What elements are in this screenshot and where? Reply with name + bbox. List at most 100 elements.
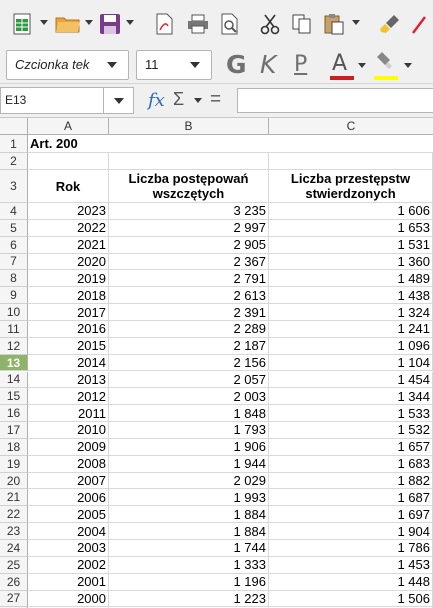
cell-postepowania[interactable]: 1 993 — [109, 489, 269, 507]
row-header[interactable]: 27 — [0, 590, 28, 608]
paste-dropdown-arrow[interactable] — [352, 20, 360, 25]
column-header-c[interactable]: C — [269, 118, 433, 135]
cell-przestepstwa[interactable]: 1 532 — [269, 422, 433, 439]
cell-przestepstwa[interactable]: 1 506 — [269, 590, 433, 608]
cell-c2[interactable] — [269, 153, 433, 170]
cell-przestepstwa[interactable]: 1 454 — [269, 371, 433, 389]
cell-rok[interactable]: 2017 — [28, 304, 109, 321]
cell-postepowania[interactable]: 3 235 — [109, 203, 269, 220]
italic-button[interactable]: K — [260, 50, 276, 79]
cell-rok[interactable]: 2000 — [28, 590, 109, 608]
cell-przestepstwa[interactable]: 1 653 — [269, 219, 433, 237]
row-header[interactable]: 13 — [0, 354, 28, 372]
cell-postepowania[interactable]: 1 906 — [109, 438, 269, 456]
column-header-a[interactable]: A — [28, 118, 109, 135]
cell-b2[interactable] — [109, 153, 269, 170]
cell-postepowania[interactable]: 2 905 — [109, 236, 269, 254]
cell-postepowania[interactable]: 2 057 — [109, 371, 269, 389]
row-header[interactable]: 24 — [0, 540, 28, 557]
name-box-dropdown[interactable] — [104, 87, 134, 114]
cell-przestepstwa[interactable]: 1 453 — [269, 556, 433, 574]
row-header[interactable]: 12 — [0, 337, 28, 355]
row-header[interactable]: 10 — [0, 304, 28, 321]
cell-przestepstwa[interactable]: 1 786 — [269, 540, 433, 557]
row-header[interactable]: 2 — [0, 153, 28, 170]
sum-dropdown[interactable] — [194, 98, 202, 103]
row-header[interactable]: 16 — [0, 405, 28, 423]
cell-rok[interactable]: 2010 — [28, 422, 109, 439]
cell-a2[interactable] — [28, 153, 109, 170]
cell-rok[interactable]: 2009 — [28, 438, 109, 456]
row-header[interactable]: 18 — [0, 438, 28, 456]
row-header[interactable]: 3 — [0, 170, 28, 203]
cell-rok[interactable]: 2014 — [28, 354, 109, 372]
cell-rok[interactable]: 2020 — [28, 253, 109, 271]
row-header[interactable]: 26 — [0, 573, 28, 591]
cell-rok[interactable]: 2005 — [28, 506, 109, 524]
row-header[interactable]: 17 — [0, 422, 28, 439]
cell-przestepstwa[interactable]: 1 448 — [269, 573, 433, 591]
cell-postepowania[interactable]: 2 156 — [109, 354, 269, 372]
new-dropdown-arrow[interactable] — [40, 20, 48, 25]
row-header[interactable]: 11 — [0, 320, 28, 338]
cut-icon[interactable] — [258, 12, 282, 36]
highlight-dropdown[interactable] — [404, 63, 412, 68]
cell-rok[interactable]: 2002 — [28, 556, 109, 574]
row-header[interactable]: 1 — [0, 135, 28, 153]
cell-rok[interactable]: 2004 — [28, 523, 109, 540]
cell-postepowania[interactable]: 2 367 — [109, 253, 269, 271]
bold-button[interactable]: G — [226, 50, 247, 79]
cell-postepowania[interactable]: 2 613 — [109, 287, 269, 305]
copy-icon[interactable] — [290, 12, 314, 36]
cell-przestepstwa[interactable]: 1 489 — [269, 270, 433, 288]
header-liczba-przestepstw[interactable]: Liczba przestępstw stwierdzonych — [269, 170, 433, 203]
print-preview-icon[interactable] — [218, 12, 242, 36]
cell-postepowania[interactable]: 1 884 — [109, 506, 269, 524]
cell-przestepstwa[interactable]: 1 104 — [269, 354, 433, 372]
cell-przestepstwa[interactable]: 1 657 — [269, 438, 433, 456]
function-wizard-icon[interactable]: fx — [148, 90, 165, 111]
sheet-title-cell[interactable]: Art. 200 — [28, 135, 433, 153]
cell-rok[interactable]: 2013 — [28, 371, 109, 389]
row-header[interactable]: 21 — [0, 489, 28, 507]
header-rok[interactable]: Rok — [28, 170, 109, 203]
row-header[interactable]: 23 — [0, 523, 28, 540]
cell-rok[interactable]: 2021 — [28, 236, 109, 254]
cell-przestepstwa[interactable]: 1 533 — [269, 405, 433, 423]
row-header[interactable]: 6 — [0, 236, 28, 254]
cell-rok[interactable]: 2011 — [28, 405, 109, 423]
cell-postepowania[interactable]: 2 391 — [109, 304, 269, 321]
cell-przestepstwa[interactable]: 1 904 — [269, 523, 433, 540]
highlight-icon[interactable] — [374, 50, 398, 74]
open-dropdown-arrow[interactable] — [85, 20, 93, 25]
column-header-b[interactable]: B — [109, 118, 269, 135]
cell-postepowania[interactable]: 2 187 — [109, 337, 269, 355]
clone-format-icon[interactable] — [378, 12, 402, 36]
row-header[interactable]: 15 — [0, 388, 28, 406]
cell-przestepstwa[interactable]: 1 360 — [269, 253, 433, 271]
cell-postepowania[interactable]: 1 196 — [109, 573, 269, 591]
select-all-corner[interactable] — [0, 118, 28, 135]
cell-postepowania[interactable]: 2 997 — [109, 219, 269, 237]
formula-input[interactable] — [237, 88, 433, 113]
row-header[interactable]: 19 — [0, 455, 28, 473]
cell-przestepstwa[interactable]: 1 606 — [269, 203, 433, 220]
cell-postepowania[interactable]: 1 333 — [109, 556, 269, 574]
font-color-dropdown[interactable] — [358, 63, 366, 68]
cell-rok[interactable]: 2023 — [28, 203, 109, 220]
cell-przestepstwa[interactable]: 1 096 — [269, 337, 433, 355]
cell-przestepstwa[interactable]: 1 344 — [269, 388, 433, 406]
cell-przestepstwa[interactable]: 1 687 — [269, 489, 433, 507]
cell-postepowania[interactable]: 2 003 — [109, 388, 269, 406]
cell-postepowania[interactable]: 1 848 — [109, 405, 269, 423]
name-box[interactable]: E13 — [0, 87, 104, 114]
cell-postepowania[interactable]: 1 944 — [109, 455, 269, 473]
cell-postepowania[interactable]: 1 744 — [109, 540, 269, 557]
cell-rok[interactable]: 2016 — [28, 320, 109, 338]
cell-postepowania[interactable]: 2 029 — [109, 472, 269, 490]
formula-equals-icon[interactable]: = — [210, 89, 221, 111]
row-header[interactable]: 14 — [0, 371, 28, 389]
spreadsheet-new-icon[interactable] — [10, 12, 34, 36]
underline-button[interactable]: P — [294, 52, 307, 77]
font-name-box[interactable]: Czcionka tek — [6, 50, 102, 80]
